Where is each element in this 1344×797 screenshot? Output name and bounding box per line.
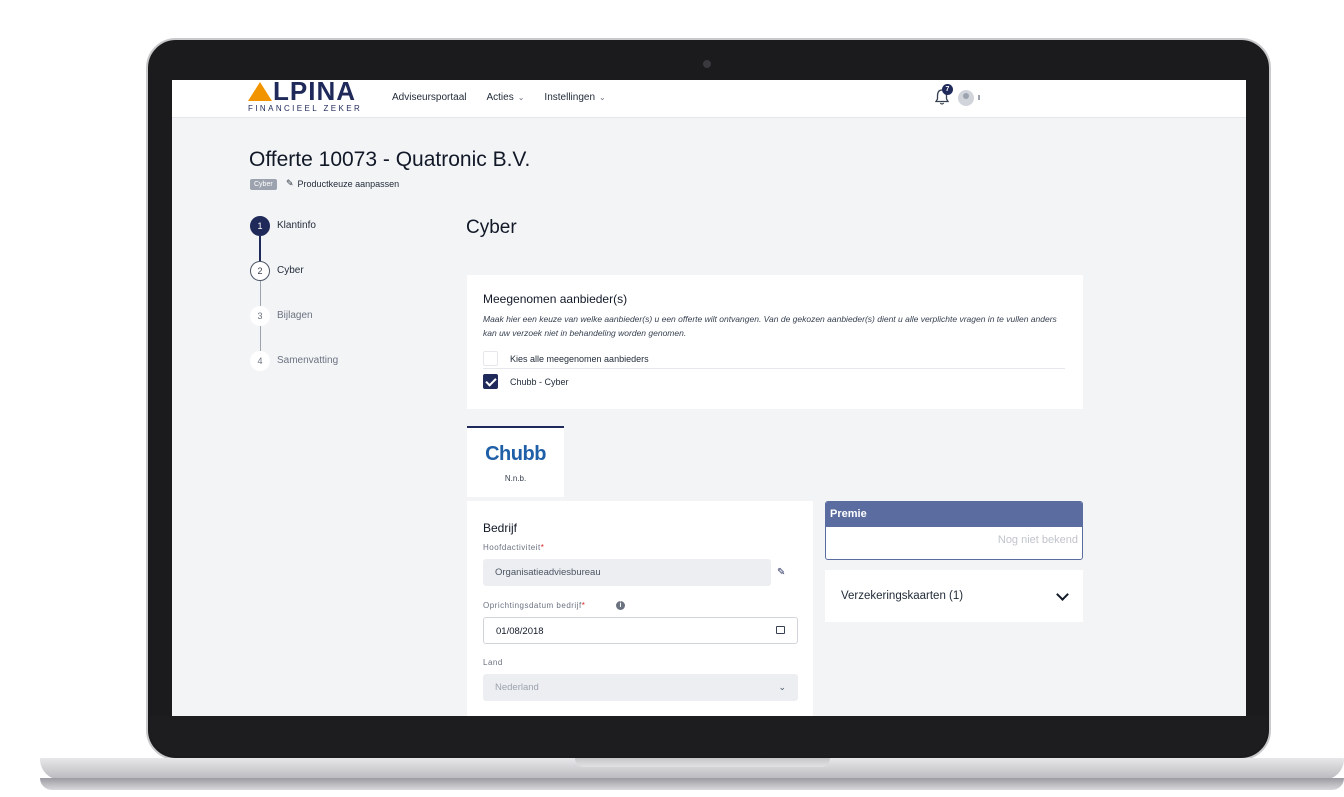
notification-badge: 7 bbox=[942, 84, 953, 95]
step-connector bbox=[259, 236, 261, 261]
select-all-row[interactable]: Kies alle meegenomen aanbieders bbox=[483, 351, 649, 366]
app-screen: LPINA FINANCIEEL ZEKER Adviseursportaal … bbox=[172, 80, 1246, 716]
step-samenvatting[interactable]: 4 Samenvatting bbox=[250, 351, 338, 396]
providers-card: Meegenomen aanbieder(s) Maak hier een ke… bbox=[467, 275, 1083, 409]
select-all-checkbox[interactable] bbox=[483, 351, 498, 366]
land-label: Land bbox=[483, 658, 503, 667]
provider-option-label: Chubb - Cyber bbox=[510, 376, 569, 387]
hoofdactiviteit-field[interactable]: Organisatieadviesbureau bbox=[483, 559, 771, 586]
divider bbox=[483, 368, 1065, 369]
required-marker: * bbox=[540, 543, 545, 552]
provider-tab-subtitle: N.n.b. bbox=[504, 474, 527, 483]
step-label: Cyber bbox=[277, 265, 304, 276]
logo-wordmark: LPINA bbox=[273, 80, 356, 106]
oprichtingsdatum-label: Oprichtingsdatum bedrijf* bbox=[483, 601, 585, 610]
land-select[interactable]: Nederland ⌄ bbox=[483, 674, 798, 701]
edit-product-link[interactable]: ✎ Productkeuze aanpassen bbox=[286, 178, 399, 189]
calendar-icon[interactable] bbox=[776, 626, 785, 634]
pencil-icon: ✎ bbox=[286, 178, 294, 188]
page-title: Offerte 10073 - Quatronic B.V. bbox=[249, 148, 531, 171]
required-marker: * bbox=[581, 601, 586, 610]
chevron-down-icon: ⌄ bbox=[517, 93, 525, 102]
laptop-base-edge bbox=[40, 778, 1344, 790]
step-cyber[interactable]: 2 Cyber bbox=[250, 261, 338, 306]
camera bbox=[703, 60, 711, 68]
laptop-bezel bbox=[150, 716, 1267, 756]
info-icon[interactable]: i bbox=[616, 601, 625, 610]
logo-a-mark bbox=[248, 82, 272, 101]
laptop-notch bbox=[575, 758, 830, 767]
avatar[interactable] bbox=[958, 90, 974, 106]
provider-option-row[interactable]: Chubb - Cyber bbox=[483, 374, 569, 389]
nav-label: Instellingen bbox=[544, 92, 596, 103]
field-label-text: Hoofdactiviteit bbox=[483, 543, 541, 552]
chevron-down-icon: ⌄ bbox=[778, 682, 786, 692]
chevron-down-icon bbox=[1056, 587, 1069, 601]
provider-checkbox[interactable] bbox=[483, 374, 498, 389]
premie-value: Nog niet bekend bbox=[997, 534, 1078, 546]
oprichtingsdatum-field[interactable]: 01/08/2018 bbox=[483, 617, 798, 644]
top-navbar: LPINA FINANCIEEL ZEKER Adviseursportaal … bbox=[172, 80, 1246, 118]
step-connector bbox=[260, 281, 261, 306]
step-number: 1 bbox=[250, 216, 270, 236]
form-title: Bedrijf bbox=[483, 521, 518, 535]
product-tag: Cyber bbox=[250, 179, 277, 190]
brand-logo[interactable]: LPINA FINANCIEEL ZEKER bbox=[248, 80, 362, 113]
premie-title: Premie bbox=[826, 502, 1082, 527]
step-label: Bijlagen bbox=[277, 310, 313, 321]
step-number: 2 bbox=[250, 261, 270, 281]
main-nav: Adviseursportaal Acties ⌄ Instellingen ⌄ bbox=[392, 92, 606, 103]
verzekeringskaarten-accordion[interactable]: Verzekeringskaarten (1) bbox=[825, 570, 1083, 622]
step-connector bbox=[260, 326, 261, 351]
step-number: 4 bbox=[250, 351, 270, 371]
providers-title: Meegenomen aanbieder(s) bbox=[483, 292, 628, 306]
select-all-label: Kies alle meegenomen aanbieders bbox=[510, 353, 649, 364]
step-bijlagen[interactable]: 3 Bijlagen bbox=[250, 306, 338, 351]
provider-tab-chubb[interactable]: Chubb N.n.b. bbox=[467, 426, 564, 497]
land-value: Nederland bbox=[495, 682, 539, 693]
nav-adviseursportaal[interactable]: Adviseursportaal bbox=[392, 92, 466, 103]
nav-label: Adviseursportaal bbox=[392, 92, 467, 103]
step-label: Samenvatting bbox=[277, 355, 339, 366]
user-menu-caret[interactable] bbox=[978, 95, 980, 100]
pencil-icon[interactable]: ✎ bbox=[777, 567, 785, 578]
step-number: 3 bbox=[250, 306, 270, 326]
chevron-down-icon: ⌄ bbox=[599, 93, 606, 102]
hoofdactiviteit-label: Hoofdactiviteit* bbox=[483, 543, 544, 552]
logo-tagline: FINANCIEEL ZEKER bbox=[248, 104, 363, 113]
company-form-card: Bedrijf Hoofdactiviteit* Organisatieadvi… bbox=[467, 501, 813, 716]
premie-panel: Premie Nog niet bekend bbox=[825, 501, 1083, 560]
step-label: Klantinfo bbox=[277, 220, 316, 231]
date-value: 01/08/2018 bbox=[496, 626, 544, 637]
edit-product-label: Productkeuze aanpassen bbox=[297, 178, 400, 189]
accordion-label: Verzekeringskaarten (1) bbox=[841, 590, 964, 602]
nav-instellingen[interactable]: Instellingen ⌄ bbox=[544, 92, 605, 103]
section-title: Cyber bbox=[466, 217, 517, 238]
providers-description: Maak hier een keuze van welke aanbieder(… bbox=[483, 314, 1057, 338]
step-klantinfo[interactable]: 1 Klantinfo bbox=[250, 216, 338, 261]
chubb-logo: Chubb bbox=[485, 443, 546, 465]
nav-acties[interactable]: Acties ⌄ bbox=[486, 92, 524, 103]
nav-label: Acties bbox=[486, 92, 514, 103]
field-label-text: Oprichtingsdatum bedrijf bbox=[483, 601, 582, 610]
stepper: 1 Klantinfo 2 Cyber 3 Bijlagen 4 Samenva… bbox=[250, 216, 338, 396]
